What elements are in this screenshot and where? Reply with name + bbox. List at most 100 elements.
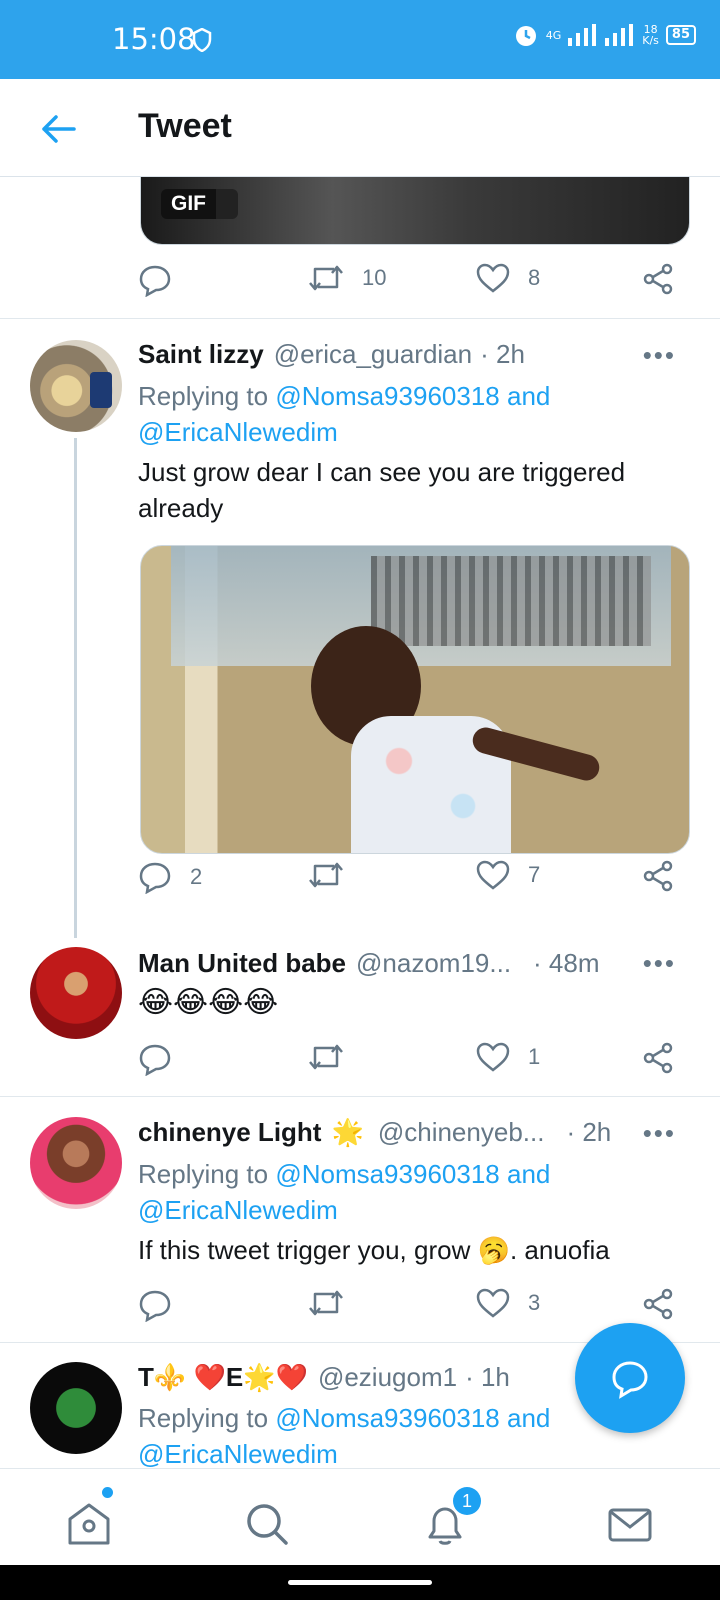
tweet-author: T⚜️ ❤️E🌟❤️ @eziugom1 · 1h <box>138 1362 510 1393</box>
reply-button[interactable] <box>138 1042 172 1076</box>
signal-icon-2 <box>605 24 634 46</box>
author-handle[interactable]: @eziugom1 <box>318 1362 457 1393</box>
thread-line <box>74 438 77 938</box>
more-options-icon[interactable]: ••• <box>643 948 676 979</box>
network-type: 4G <box>545 28 562 42</box>
tweet-time: · 48m <box>533 948 600 978</box>
retweet-icon <box>309 1044 343 1070</box>
compose-reply-button[interactable] <box>575 1323 685 1433</box>
tweet-time: · 2h <box>480 339 525 369</box>
divider <box>0 1096 720 1097</box>
page-title: Tweet <box>138 107 232 145</box>
share-icon <box>643 1042 673 1074</box>
author-handle[interactable]: @chinenyeb... <box>378 1117 545 1148</box>
and-link[interactable]: and <box>507 1159 550 1189</box>
home-icon[interactable] <box>64 1499 114 1549</box>
avatar-can <box>90 372 112 408</box>
author-name[interactable]: T⚜️ ❤️E🌟❤️ <box>138 1362 308 1393</box>
system-nav-bar <box>0 1565 720 1600</box>
signal-icon <box>568 24 597 46</box>
more-options-icon[interactable]: ••• <box>643 340 676 371</box>
avatar[interactable] <box>30 340 122 432</box>
replying-prefix: Replying to <box>138 1403 269 1433</box>
mention-link[interactable]: @Nomsa93960318 <box>275 1403 499 1433</box>
mention-link[interactable]: @Nomsa93960318 <box>275 381 499 411</box>
retweet-icon <box>309 862 343 888</box>
tweet-author: chinenye Light 🌟 @chinenyeb... · 2h <box>138 1117 611 1148</box>
retweet-count: 10 <box>362 265 387 290</box>
battery-icon: 85 <box>665 25 696 45</box>
more-options-icon[interactable]: ••• <box>643 1118 676 1149</box>
author-name[interactable]: chinenye Light <box>138 1117 321 1148</box>
like-count: 7 <box>528 862 541 887</box>
mention-link[interactable]: @EricaNlewedim <box>138 417 338 447</box>
share-icon <box>643 860 673 892</box>
tweet-text: If this tweet trigger you, grow 🥱. anuof… <box>138 1235 610 1265</box>
notification-badge: 1 <box>453 1487 481 1515</box>
star-emoji-icon: 🌟 <box>331 1117 364 1147</box>
tweet-text: Just grow dear I can see you are trigger… <box>138 457 626 523</box>
reply-button[interactable] <box>138 1288 172 1322</box>
gif-media[interactable]: GIF <box>140 177 690 245</box>
gif-badge: GIF <box>161 189 238 219</box>
tweet-author: Saint lizzy @erica_guardian · 2h <box>138 339 525 370</box>
tweet-photo[interactable] <box>140 545 690 854</box>
like-button[interactable]: 8 <box>476 263 540 293</box>
avatar[interactable] <box>30 1117 122 1209</box>
like-count: 1 <box>528 1044 541 1069</box>
reply-icon <box>139 1290 171 1322</box>
mention-link[interactable]: @EricaNlewedim <box>138 1195 338 1225</box>
retweet-button[interactable] <box>308 860 344 890</box>
like-button[interactable]: 3 <box>476 1288 540 1318</box>
divider <box>0 318 720 319</box>
home-gesture-pill[interactable] <box>288 1580 432 1585</box>
like-button[interactable]: 7 <box>476 860 540 890</box>
share-button[interactable] <box>642 263 674 295</box>
mention-link[interactable]: @EricaNlewedim <box>138 1439 338 1468</box>
share-icon <box>643 263 673 295</box>
share-button[interactable] <box>642 1042 674 1074</box>
status-time: 15:08 <box>112 22 196 56</box>
retweet-button[interactable] <box>308 1042 344 1072</box>
back-arrow-icon[interactable] <box>38 109 78 149</box>
reply-icon <box>139 1044 171 1076</box>
share-button[interactable] <box>642 860 674 892</box>
author-handle[interactable]: @erica_guardian <box>274 339 472 370</box>
status-bar: 15:08 4G 18 K/s 85 <box>0 0 720 79</box>
tweet-text: 😂😂😂😂 <box>138 986 279 1019</box>
avatar[interactable] <box>30 1362 122 1454</box>
heart-icon <box>476 860 510 890</box>
tweet-author: Man United babe @nazom19... · 48m <box>138 948 600 979</box>
tweet-time: · 1h <box>465 1362 510 1392</box>
tweet-actions: 2 7 <box>138 860 692 900</box>
avatar[interactable] <box>30 947 122 1039</box>
and-link[interactable]: and <box>507 1403 550 1433</box>
heart-icon <box>476 1288 510 1318</box>
status-icons: 4G 18 K/s 85 <box>513 22 696 48</box>
share-icon <box>643 1288 673 1320</box>
heart-icon <box>476 263 510 293</box>
reply-button[interactable] <box>138 263 172 297</box>
author-handle[interactable]: @nazom19... <box>356 948 511 979</box>
share-button[interactable] <box>642 1288 674 1320</box>
reply-count: 2 <box>190 864 203 889</box>
replying-to: Replying to @Nomsa93960318 and @EricaNle… <box>138 378 698 450</box>
search-icon[interactable] <box>242 1499 292 1549</box>
shield-icon <box>192 28 212 52</box>
author-name[interactable]: Man United babe <box>138 948 346 979</box>
messages-mail-icon[interactable] <box>605 1499 655 1549</box>
reply-icon <box>139 862 171 894</box>
retweet-button[interactable]: 10 <box>308 263 386 293</box>
author-name[interactable]: Saint lizzy <box>138 339 264 370</box>
like-count: 8 <box>528 265 541 290</box>
mention-link[interactable]: @Nomsa93960318 <box>275 1159 499 1189</box>
replying-to: Replying to @Nomsa93960318 and @EricaNle… <box>138 1156 698 1228</box>
like-button[interactable]: 1 <box>476 1042 540 1072</box>
replying-prefix: Replying to <box>138 381 269 411</box>
reply-button[interactable]: 2 <box>138 860 202 894</box>
and-link[interactable]: and <box>507 381 550 411</box>
net-speed-unit: K/s <box>642 34 659 47</box>
retweet-icon <box>309 1290 343 1316</box>
reply-icon <box>139 265 171 297</box>
retweet-button[interactable] <box>308 1288 344 1318</box>
